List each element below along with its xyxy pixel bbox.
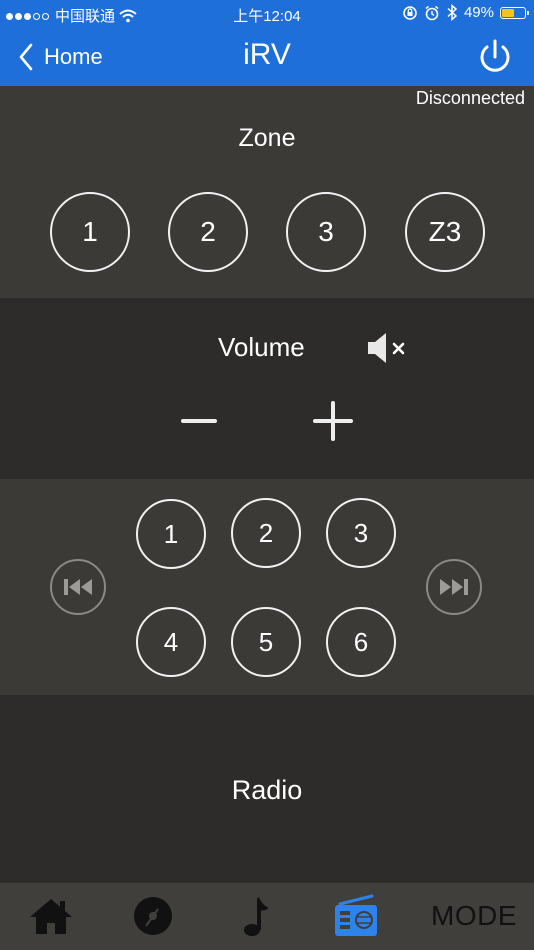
orientation-lock-icon	[403, 5, 417, 20]
mute-icon[interactable]	[366, 330, 410, 366]
bluetooth-icon	[447, 4, 458, 21]
back-label: Home	[44, 44, 103, 69]
next-track-button[interactable]	[426, 559, 482, 615]
skip-back-icon	[64, 579, 92, 595]
battery-icon	[500, 6, 529, 19]
zone-button-2[interactable]: 2	[168, 192, 248, 272]
battery-level-fill	[502, 8, 514, 17]
volume-title: Volume	[218, 332, 305, 362]
source-label: Radio	[231, 775, 303, 805]
connection-status: Disconnected	[415, 88, 525, 108]
preset-button-4[interactable]: 4	[136, 607, 206, 677]
previous-track-button[interactable]	[50, 559, 106, 615]
zone-button-3[interactable]: 3	[286, 192, 366, 272]
home-icon	[30, 899, 72, 934]
zone-section: Disconnected Zone 1 2 3 Z3	[0, 86, 534, 298]
preset-button-6[interactable]: 6	[326, 607, 396, 677]
preset-section: 1 2 3 4 5 6	[0, 479, 534, 695]
preset-button-3[interactable]: 3	[326, 498, 396, 568]
volume-section: Volume	[0, 298, 534, 479]
tab-home[interactable]	[26, 891, 76, 941]
tab-disc[interactable]	[128, 891, 178, 941]
music-note-icon	[244, 897, 268, 936]
status-bar: 中国联通 上午12:04 49%	[0, 0, 534, 28]
preset-button-2[interactable]: 2	[231, 498, 301, 568]
battery-percent: 49%	[463, 4, 494, 21]
alarm-icon	[425, 5, 439, 20]
power-icon[interactable]	[476, 38, 514, 76]
preset-button-1[interactable]: 1	[136, 499, 206, 569]
back-button[interactable]: Home	[18, 40, 103, 74]
tab-music[interactable]	[232, 891, 278, 941]
preset-button-5[interactable]: 5	[231, 607, 301, 677]
skip-forward-icon	[440, 579, 468, 595]
zone-button-z3[interactable]: Z3	[405, 192, 485, 272]
navigation-bar: Home iRV	[0, 28, 534, 86]
zone-button-1[interactable]: 1	[50, 192, 130, 272]
chevron-left-icon	[19, 43, 33, 71]
volume-up-button[interactable]	[312, 400, 354, 442]
disc-icon	[134, 897, 172, 935]
source-section: Radio	[0, 695, 534, 883]
zone-title: Zone	[238, 124, 296, 152]
tab-bar: MODE	[0, 883, 534, 950]
tab-radio[interactable]	[330, 891, 382, 941]
radio-icon	[335, 894, 377, 936]
volume-down-button[interactable]	[180, 406, 218, 436]
tab-mode[interactable]: MODE	[424, 891, 524, 941]
